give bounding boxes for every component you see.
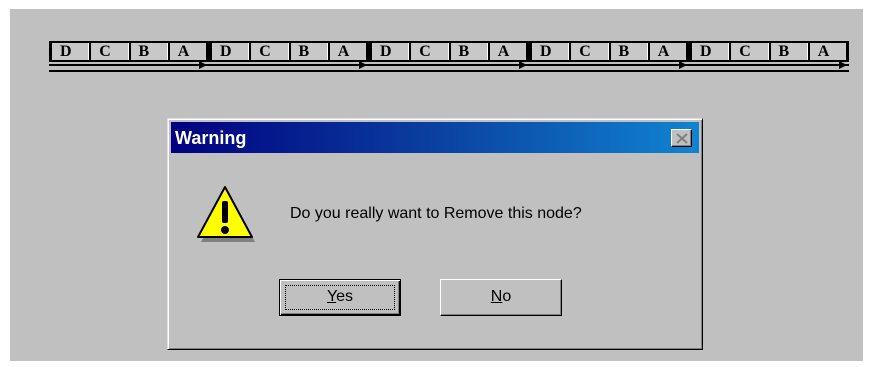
node-cell[interactable]: B	[448, 43, 488, 60]
no-label-rest: o	[502, 288, 512, 305]
arrow-line	[689, 61, 849, 73]
no-button[interactable]: No	[440, 279, 562, 316]
node-cell[interactable]: C	[569, 43, 609, 60]
node-cell[interactable]: A	[167, 43, 209, 60]
node-cell[interactable]: B	[288, 43, 328, 60]
node-cells: DCBA	[49, 41, 209, 62]
node-cell[interactable]: D	[209, 43, 250, 60]
close-icon	[676, 133, 688, 144]
node-cells: DCBA	[529, 41, 689, 62]
node-cell[interactable]: B	[608, 43, 648, 60]
arrow-right-icon	[369, 61, 529, 72]
node-cells: DCBA	[689, 41, 849, 62]
arrow-right-icon	[209, 61, 369, 72]
node-cell[interactable]: B	[768, 43, 808, 60]
node-group[interactable]: DCBA	[369, 41, 529, 75]
warning-dialog: Warning Do you really want to Remove thi…	[167, 118, 703, 350]
node-cell[interactable]: B	[128, 43, 168, 60]
node-cell[interactable]: C	[409, 43, 449, 60]
node-cell[interactable]: A	[647, 43, 689, 60]
arrow-right-icon	[49, 61, 209, 72]
arrow-line	[209, 61, 369, 73]
node-group[interactable]: DCBA	[529, 41, 689, 75]
node-cell[interactable]: D	[529, 43, 570, 60]
node-cell[interactable]: D	[369, 43, 410, 60]
arrow-line	[529, 61, 689, 73]
node-cell[interactable]: C	[89, 43, 129, 60]
arrow-right-icon	[529, 61, 689, 72]
yes-mnemonic: Y	[326, 288, 337, 305]
node-cell[interactable]: C	[729, 43, 769, 60]
dialog-message: Do you really want to Remove this node?	[290, 205, 582, 222]
node-strip: DCBADCBADCBADCBADCBA	[49, 41, 849, 75]
yes-label-rest: es	[336, 288, 354, 305]
no-mnemonic: N	[490, 288, 503, 305]
warning-icon	[197, 186, 255, 242]
node-cells: DCBA	[209, 41, 369, 62]
node-cell[interactable]: A	[487, 43, 529, 60]
node-group[interactable]: DCBA	[689, 41, 849, 75]
yes-button-label: Yes	[327, 288, 353, 305]
yes-button[interactable]: Yes	[279, 279, 401, 316]
node-cell[interactable]: D	[49, 43, 90, 60]
node-cell[interactable]: A	[327, 43, 369, 60]
node-group[interactable]: DCBA	[49, 41, 209, 75]
arrow-line	[369, 61, 529, 73]
no-button-label: No	[491, 288, 511, 305]
node-cell[interactable]: D	[689, 43, 730, 60]
dialog-title: Warning	[175, 128, 247, 148]
close-button[interactable]	[671, 129, 692, 147]
node-cell[interactable]: A	[807, 43, 849, 60]
node-cell[interactable]: C	[249, 43, 289, 60]
dialog-titlebar[interactable]: Warning	[171, 122, 699, 153]
arrow-line	[49, 61, 209, 73]
node-cells: DCBA	[369, 41, 529, 62]
node-group[interactable]: DCBA	[209, 41, 369, 75]
arrow-right-icon	[689, 61, 849, 72]
